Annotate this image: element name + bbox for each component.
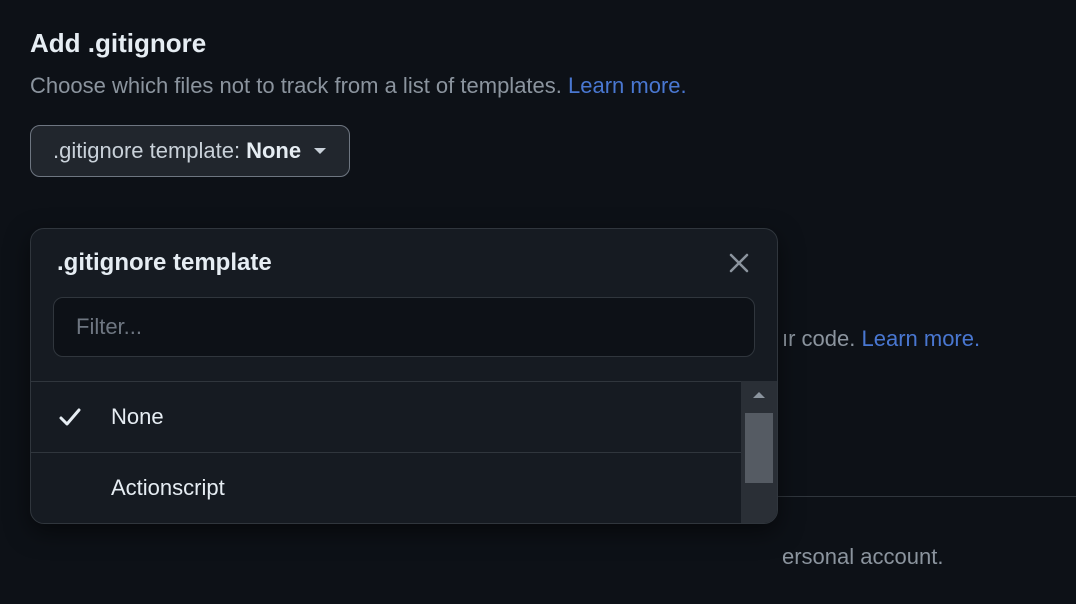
background-license-text: ır code. Learn more. (782, 326, 980, 352)
close-icon[interactable] (727, 251, 751, 275)
gitignore-template-popup: .gitignore template None Actionscript (30, 228, 778, 524)
list-item[interactable]: None (31, 381, 777, 452)
bg-learn-more-link[interactable]: Learn more. (861, 326, 980, 351)
gitignore-section-description: Choose which files not to track from a l… (30, 73, 1046, 99)
description-text: Choose which files not to track from a l… (30, 73, 568, 98)
filter-wrap (31, 297, 777, 381)
popup-header: .gitignore template (31, 229, 777, 297)
scrollbar-thumb[interactable] (745, 413, 773, 483)
gitignore-section-title: Add .gitignore (30, 28, 1046, 59)
list-item[interactable]: Actionscript (31, 452, 777, 523)
scrollbar[interactable] (741, 381, 777, 523)
dropdown-label: .gitignore template: (53, 138, 240, 164)
caret-down-icon (313, 146, 327, 156)
dropdown-value: None (246, 138, 301, 164)
list-item-label: None (111, 404, 164, 430)
background-divider (778, 496, 1076, 497)
template-list: None Actionscript (31, 381, 777, 523)
bg-code-text: ır code. (782, 326, 861, 351)
popup-title: .gitignore template (57, 249, 272, 277)
check-icon (57, 404, 111, 430)
scroll-up-icon[interactable] (752, 387, 766, 405)
gitignore-template-dropdown[interactable]: .gitignore template: None (30, 125, 350, 177)
filter-input[interactable] (53, 297, 755, 357)
background-account-text: ersonal account. (782, 544, 943, 570)
learn-more-link[interactable]: Learn more. (568, 73, 687, 98)
list-item-label: Actionscript (111, 475, 225, 501)
